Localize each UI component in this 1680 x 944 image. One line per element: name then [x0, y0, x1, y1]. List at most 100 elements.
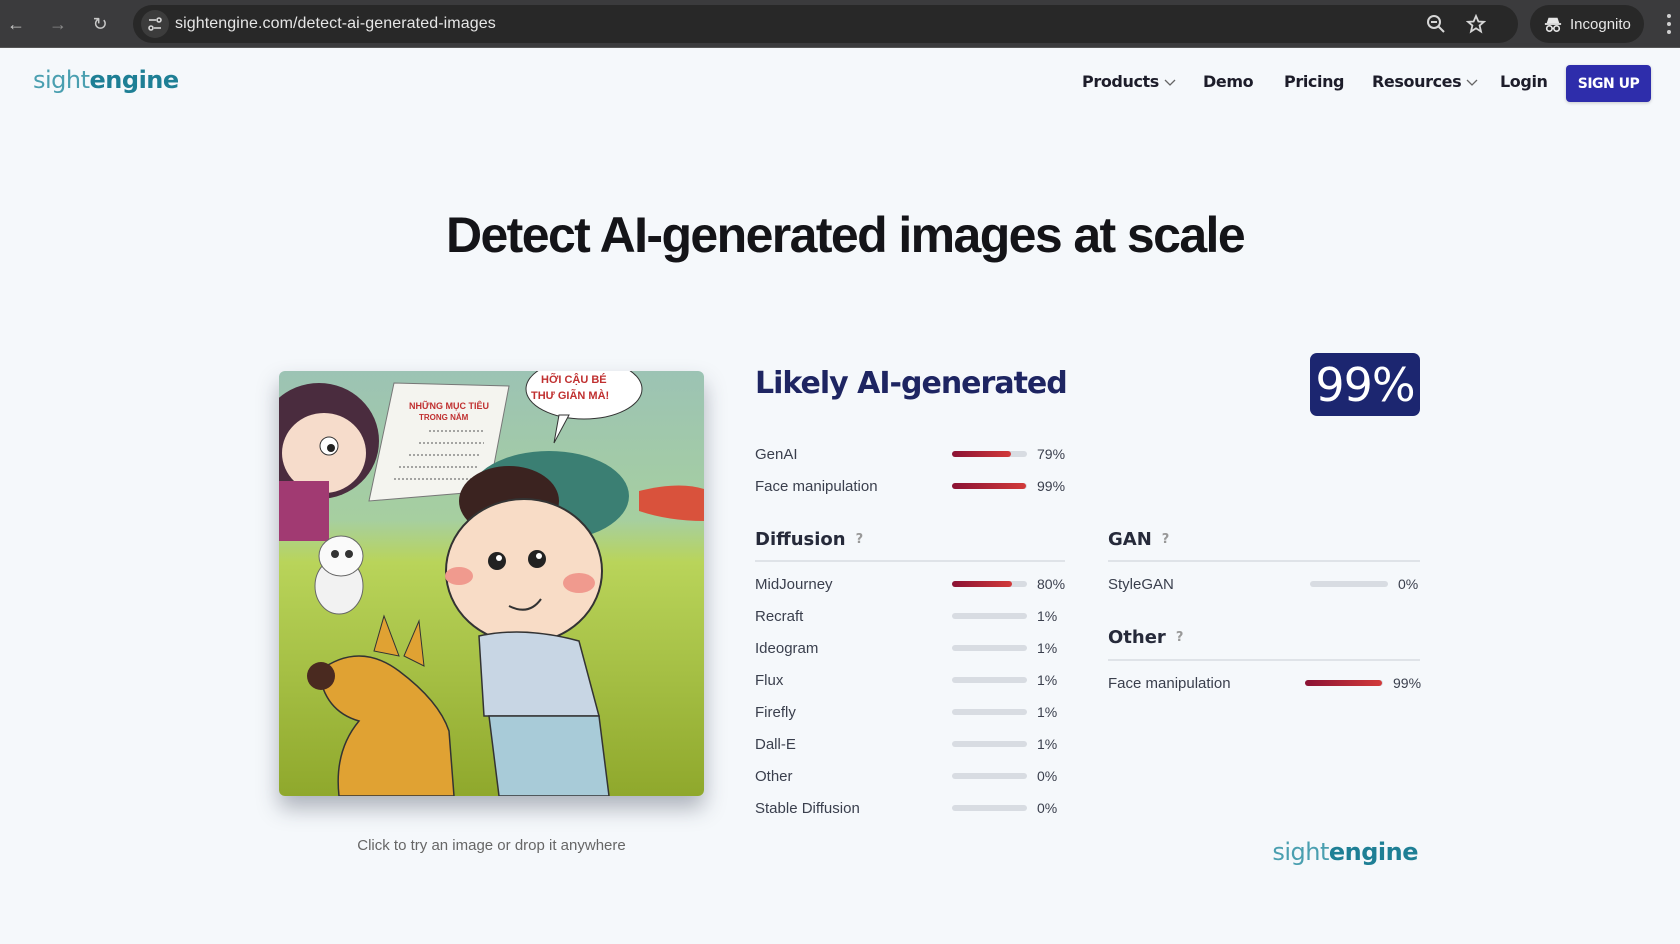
- metric-percent: 1%: [1037, 704, 1058, 720]
- metric-percent: 1%: [1037, 736, 1058, 752]
- metric-label: Firefly: [755, 703, 796, 721]
- help-icon[interactable]: ?: [1176, 630, 1184, 645]
- bookmark-star-icon[interactable]: [1466, 14, 1486, 34]
- metric-label: MidJourney: [755, 575, 833, 593]
- chevron-down-icon: [1466, 79, 1478, 86]
- metric-percent: 80%: [1037, 576, 1066, 592]
- nav-login[interactable]: Login: [1500, 72, 1548, 91]
- verdict-title: Likely AI-generated: [755, 366, 1068, 401]
- logo-bold-text: engine: [1328, 838, 1419, 866]
- metric-percent: 1%: [1037, 672, 1058, 688]
- metric-row: Stable Diffusion 0%: [755, 796, 1075, 820]
- nav-demo[interactable]: Demo: [1203, 72, 1254, 91]
- browser-toolbar: ← → ↻ sightengine.com/detect-ai-generate…: [0, 0, 1680, 48]
- page-title: Detect AI-generated images at scale: [445, 207, 1246, 263]
- divider: [1108, 560, 1420, 562]
- metric-bar-track: [952, 709, 1027, 715]
- metric-bar-track: [952, 451, 1027, 457]
- image-text-list-subtitle: TRONG NĂM: [419, 413, 469, 422]
- metric-bar-fill: [952, 581, 1012, 587]
- metric-row: Ideogram 1%: [755, 636, 1075, 660]
- metric-row: Dall-E 1%: [755, 732, 1075, 756]
- metric-label: Face manipulation: [755, 477, 878, 495]
- section-diffusion: Diffusion ?: [755, 529, 863, 550]
- image-text-list-title: NHỮNG MỤC TIÊU: [409, 400, 489, 411]
- metric-row: Firefly 1%: [755, 700, 1075, 724]
- metric-row: MidJourney 80%: [755, 572, 1075, 596]
- metric-label: Face manipulation: [1108, 674, 1231, 692]
- nav-login-label: Login: [1500, 72, 1548, 91]
- back-arrow-icon[interactable]: ←: [4, 12, 28, 36]
- address-bar[interactable]: sightengine.com/detect-ai-generated-imag…: [133, 5, 1518, 43]
- incognito-profile-button[interactable]: Incognito: [1530, 5, 1644, 43]
- zoom-icon[interactable]: [1426, 14, 1446, 34]
- site-info-icon[interactable]: [141, 10, 169, 38]
- metric-bar-track: [952, 613, 1027, 619]
- metric-label: Flux: [755, 671, 784, 689]
- more-menu-icon[interactable]: [1663, 12, 1675, 36]
- nav-demo-label: Demo: [1203, 72, 1254, 91]
- metric-bar-fill: [952, 483, 1027, 489]
- metric-bar-track: [952, 581, 1027, 587]
- incognito-icon: [1544, 17, 1562, 33]
- demo-image[interactable]: NHỮNG MỤC TIÊU TRONG NĂM HỠI CẬU BÉ THƯ …: [279, 371, 704, 796]
- metric-bar-track: [952, 805, 1027, 811]
- image-text-bubble-2: THƯ GIÃN MÀ!: [531, 389, 609, 402]
- metric-percent: 1%: [1037, 608, 1058, 624]
- nav-products-label: Products: [1082, 72, 1159, 91]
- section-other: Other ?: [1108, 627, 1183, 648]
- metric-bar-track: [952, 741, 1027, 747]
- metric-percent: 99%: [1393, 675, 1422, 691]
- image-text-bubble-1: HỠI CẬU BÉ: [541, 373, 607, 386]
- help-icon[interactable]: ?: [856, 532, 864, 547]
- metric-label: StyleGAN: [1108, 575, 1174, 593]
- metric-label: GenAI: [755, 445, 798, 463]
- metric-label: Stable Diffusion: [755, 799, 860, 817]
- nav-pricing-label: Pricing: [1284, 72, 1345, 91]
- metric-bar-track: [952, 677, 1027, 683]
- metric-percent: 0%: [1398, 576, 1419, 592]
- metric-label: Recraft: [755, 607, 804, 625]
- metric-bar-fill: [952, 451, 1012, 457]
- forward-arrow-icon[interactable]: →: [46, 12, 70, 36]
- url-text[interactable]: sightengine.com/detect-ai-generated-imag…: [175, 15, 496, 33]
- metric-bar-track: [952, 645, 1027, 651]
- metric-bar-track: [1305, 680, 1383, 686]
- score-badge: 99%: [1310, 353, 1420, 416]
- site-logo[interactable]: sightengine: [33, 66, 179, 94]
- section-title: GAN: [1108, 529, 1152, 550]
- metric-percent: 79%: [1037, 446, 1066, 462]
- metric-row: Other 0%: [755, 764, 1075, 788]
- nav-resources-label: Resources: [1372, 72, 1462, 91]
- logo-bold-text: engine: [89, 66, 180, 94]
- divider: [1108, 659, 1420, 661]
- logo-light-text: sight: [33, 66, 90, 94]
- metric-label: Dall-E: [755, 735, 796, 753]
- profile-label: Incognito: [1570, 15, 1631, 33]
- chevron-down-icon: [1164, 79, 1176, 86]
- reload-icon[interactable]: ↻: [88, 12, 112, 36]
- section-title: Other: [1108, 627, 1166, 648]
- nav-resources[interactable]: Resources: [1372, 72, 1479, 91]
- metric-bar-track: [952, 773, 1027, 779]
- nav-products[interactable]: Products: [1082, 72, 1177, 91]
- metric-label: Ideogram: [755, 639, 819, 657]
- metric-row: GenAI 79%: [755, 442, 1075, 466]
- divider: [755, 560, 1065, 562]
- nav-pricing[interactable]: Pricing: [1284, 72, 1345, 91]
- metric-percent: 99%: [1037, 478, 1066, 494]
- metric-row: Recraft 1%: [755, 604, 1075, 628]
- logo-light-text: sight: [1272, 838, 1329, 866]
- upload-caption[interactable]: Click to try an image or drop it anywher…: [279, 837, 704, 854]
- metric-row: Flux 1%: [755, 668, 1075, 692]
- help-icon[interactable]: ?: [1162, 532, 1170, 547]
- signup-button[interactable]: SIGN UP: [1566, 65, 1651, 102]
- metric-row: Face manipulation 99%: [755, 474, 1075, 498]
- metric-bar-fill: [1305, 680, 1383, 686]
- metric-bar-track: [1310, 581, 1388, 587]
- section-title: Diffusion: [755, 529, 846, 550]
- metric-bar-track: [952, 483, 1027, 489]
- metric-percent: 0%: [1037, 768, 1058, 784]
- section-gan: GAN ?: [1108, 529, 1169, 550]
- footer-logo[interactable]: sightengine: [1272, 838, 1418, 866]
